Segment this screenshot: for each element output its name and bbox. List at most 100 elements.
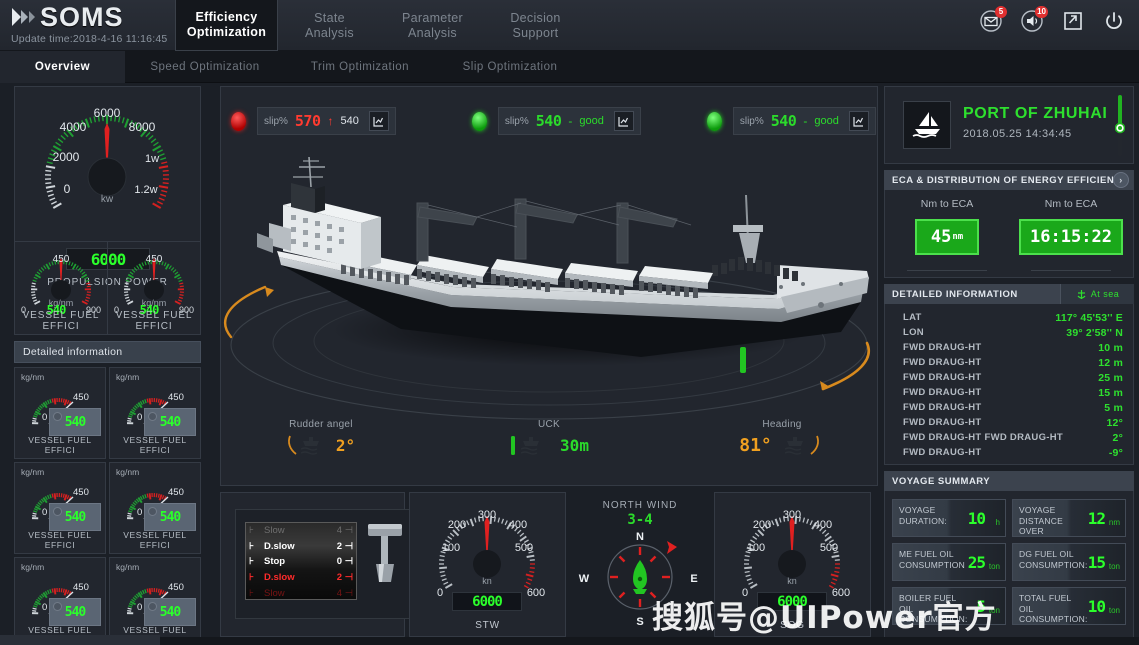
nav-label-line2: Support [512, 25, 559, 40]
slip-box: slip% 570 ↑ 540 [257, 107, 396, 135]
nav-decision-support[interactable]: Decision Support [484, 0, 587, 51]
detail-key: FWD DRAUG-HT [903, 387, 982, 398]
tab-speed-optimization[interactable]: Speed Optimization [125, 51, 285, 83]
detail-key: FWD DRAUG-HT [903, 402, 982, 413]
status-led-red-icon [231, 111, 246, 131]
svg-text:6000: 6000 [94, 106, 121, 120]
mail-icon[interactable]: 5 [980, 6, 1007, 32]
chip-dot-icon [148, 412, 157, 421]
svg-text:400: 400 [509, 519, 527, 531]
svg-text:100: 100 [442, 542, 460, 554]
detail-row: FWD DRAUG-HT 25 m [903, 370, 1123, 385]
voyage-card-row: BOILER FUEL OIL CONSUMPTION: 5 ton TOTAL… [892, 587, 1126, 625]
port-info-card: PORT OF ZHUHAI 2018.05.25 14:34:45 [884, 86, 1134, 164]
detail-value: 2° [1112, 431, 1123, 444]
sog-value: 6000 [777, 593, 808, 610]
chip-dot-icon [53, 412, 62, 421]
svg-text:400: 400 [814, 519, 832, 531]
nav-label-line2: Analysis [305, 25, 354, 40]
mini-gauge-max: 450 [73, 392, 89, 403]
mini-gauge-value-chip: 540 [144, 598, 196, 626]
engine-telegraph-panel: ⊦ Slow 4 ⊣ ⊦ D.slow 2 ⊣ ⊦ Stop 0 ⊣ ⊦ D.s… [220, 492, 425, 637]
detail-value: 39° 2'58'' N [1066, 326, 1123, 339]
svg-text:N: N [636, 531, 644, 543]
slip-compare: good [814, 115, 839, 127]
svg-text:300: 300 [783, 509, 801, 521]
app-logo: SOMS [10, 3, 124, 31]
svg-text:450: 450 [146, 254, 163, 265]
chevron-right-icon[interactable]: › [1113, 172, 1129, 188]
slip-label: slip% [264, 115, 288, 127]
energy-level-slider[interactable] [1114, 95, 1126, 157]
ship-top-icon [287, 435, 319, 455]
volume-icon[interactable]: 10 [1021, 6, 1048, 32]
dashboard-root: SOMS Update time:2018-4-16 11:16:45 Effi… [0, 0, 1139, 645]
nav-label-line2: Analysis [408, 25, 457, 40]
detailed-info-list: LAT 117° 45'53'' E LON 39° 2'58'' N FWD DR… [884, 304, 1134, 465]
vessel-fuel-efficiency-gauge-2: 450 kg/nm 0 540 900 VESSEL FUEL EFFICI [107, 241, 200, 334]
nav-parameter-analysis[interactable]: Parameter Analysis [381, 0, 484, 51]
chart-icon[interactable] [368, 111, 389, 131]
tab-overview[interactable]: Overview [0, 51, 125, 83]
nav-label-line1: Decision [510, 10, 561, 25]
stw-gauge-panel: kn 100 200 300 400 500 0 600 6000 STW [409, 492, 566, 637]
eca-header-label: ECA & DISTRIBUTION OF ENERGY EFFICIENCY [892, 174, 1129, 186]
detail-key: FWD DRAUG-HT [903, 357, 982, 368]
telegraph-row: ⊦ Stop 0 ⊣ [249, 556, 353, 568]
telegraph-lever[interactable] [366, 520, 406, 605]
propulsion-power-gauge: kw 2000 4000 6000 8000 1w 1.2w 0 [45, 106, 169, 209]
voyage-summary-header: VOYAGE SUMMARY [884, 471, 1134, 491]
export-icon[interactable] [1062, 10, 1084, 32]
port-name: PORT OF ZHUHAI [963, 105, 1108, 122]
svg-text:450: 450 [53, 254, 70, 265]
voyage-card-label: ME FUEL OIL CONSUMPTION [899, 549, 965, 570]
sog-caption: SOG [780, 620, 805, 631]
me-fuel-oil-card: ME FUEL OIL CONSUMPTION 25 ton [892, 543, 1006, 581]
mini-gauge-value-chip: 540 [49, 598, 101, 626]
telegraph-label: Slow [264, 525, 285, 537]
bottom-left-corner [0, 635, 160, 645]
voyage-distance-card: VOYAGE DISTANCE OVER GROUND: 12 nm [1012, 499, 1126, 537]
chart-icon[interactable] [613, 111, 634, 131]
power-icon[interactable] [1103, 10, 1125, 32]
chart-icon[interactable] [848, 111, 869, 131]
detail-row: LAT 117° 45'53'' E [903, 310, 1123, 325]
slip-label: slip% [739, 115, 764, 127]
tab-trim-optimization[interactable]: Trim Optimization [285, 51, 435, 83]
voyage-card-unit: nm [1108, 518, 1120, 527]
voyage-card-unit: ton [1108, 562, 1120, 571]
mini-gauge-max: 450 [168, 487, 184, 498]
svg-text:S: S [636, 616, 643, 628]
mini-gauge-min: 0 [137, 507, 143, 518]
slip-label: slip% [504, 115, 529, 127]
mini-gauge-value: 540 [159, 604, 182, 620]
telegraph-row: ⊦ Slow 4 ⊣ [249, 587, 353, 599]
telegraph-row: ⊦ D.slow 2 ⊣ [249, 540, 353, 552]
detailed-header-label: DETAILED INFORMATION [892, 288, 1018, 300]
mini-gauge-caption: VESSEL FUEL EFFICI [123, 530, 187, 550]
left-sidebar: kw 2000 4000 6000 8000 1w 1.2w 0 6000 PR… [14, 86, 201, 645]
chip-dot-icon [53, 507, 62, 516]
svg-text:600: 600 [832, 587, 850, 599]
telegraph-frame: ⊦ Slow 4 ⊣ ⊦ D.slow 2 ⊣ ⊦ Stop 0 ⊣ ⊦ D.s… [235, 509, 425, 619]
tab-slip-optimization[interactable]: Slip Optimization [435, 51, 585, 83]
voyage-card-label: BOILER FUEL OIL CONSUMPTION: [899, 593, 968, 624]
eca-distance-label: Nm to ECA [920, 198, 974, 210]
mini-gauge-5: kg/nm 450 0 540 VESSEL FUEL EFFICI [14, 557, 106, 645]
slip-value: 540 [770, 112, 797, 130]
detail-row: FWD DRAUG-HT FWD DRAUG-HT 2° [903, 430, 1123, 445]
mini-gauge-max: 450 [73, 582, 89, 593]
nav-efficiency-optimization[interactable]: Efficiency Optimization [175, 0, 278, 51]
eca-distance-box: 45 nm [915, 219, 979, 255]
status-led-green-icon [706, 111, 722, 131]
svg-text:200: 200 [753, 519, 771, 531]
mini-gauge-min: 0 [42, 602, 48, 613]
svg-text:kn: kn [787, 576, 797, 586]
sog-value-display: 6000 [757, 592, 827, 611]
slip-trend-arrow-icon: ↑ [327, 114, 334, 128]
uck-value: 30m [560, 435, 589, 455]
wind-compass: N S W E [579, 531, 698, 628]
nav-state-analysis[interactable]: State Analysis [278, 0, 381, 51]
voyage-card-value: 5 [976, 597, 986, 616]
svg-text:0: 0 [64, 182, 71, 196]
